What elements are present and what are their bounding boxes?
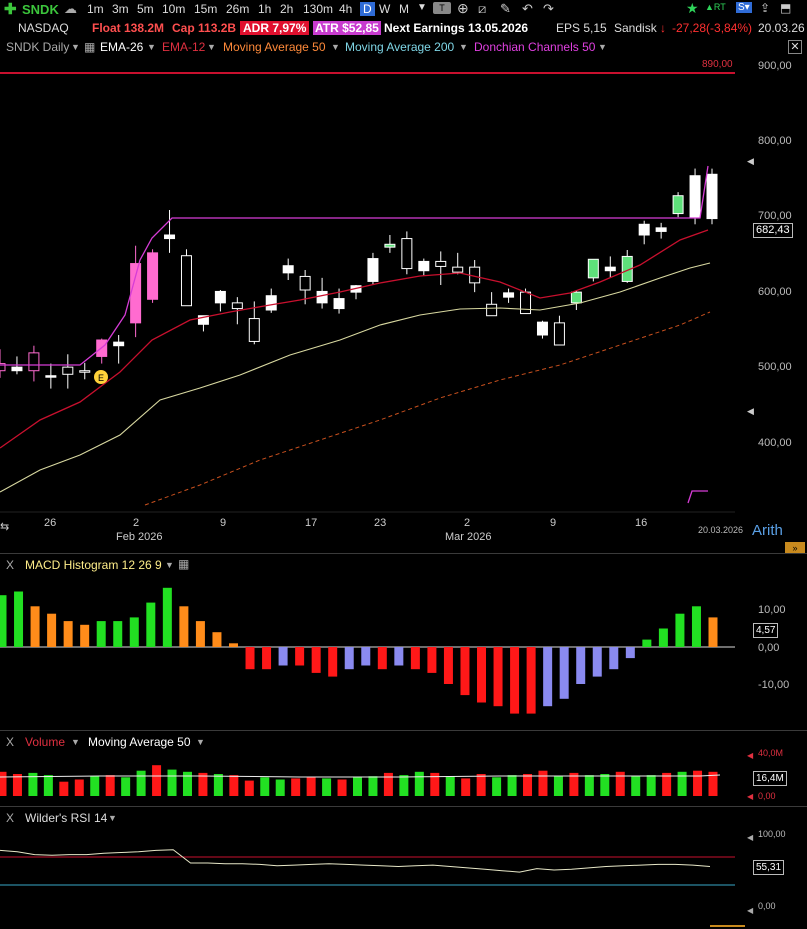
rsi-line bbox=[0, 849, 711, 873]
marker-arrow-icon: ◀ bbox=[747, 833, 754, 842]
rsi-chart[interactable] bbox=[0, 0, 807, 929]
rsi-tick: 0,00 bbox=[758, 901, 776, 911]
rsi-current-box: 55,31 bbox=[753, 860, 785, 875]
rsi-tick: 100,00 bbox=[758, 829, 786, 839]
marker-arrow-icon: ◀ bbox=[747, 906, 754, 915]
